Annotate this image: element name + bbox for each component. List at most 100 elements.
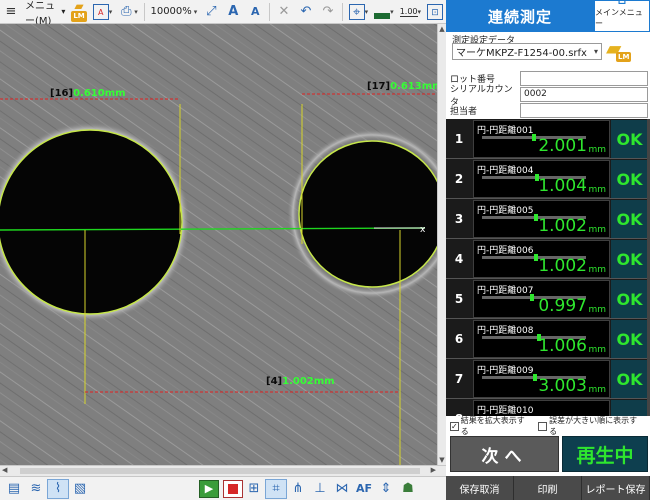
crosshair-button[interactable]: ⌖ ▾	[346, 1, 372, 23]
lot-number-field[interactable]	[520, 71, 648, 86]
operator-field[interactable]	[520, 103, 648, 118]
result-value: 1.004	[538, 176, 587, 196]
scale-button[interactable]: 1.00 ▾	[397, 1, 424, 23]
line-color-button[interactable]: ▾	[371, 1, 397, 23]
image-settings-button[interactable]: A ▾	[90, 1, 116, 23]
measurement-label-16[interactable]: [16]0.610mm	[50, 88, 126, 99]
tab-continuous-measurement[interactable]: 連続測定	[446, 0, 594, 32]
focus-icon: ⌗	[272, 481, 280, 496]
autofocus-button[interactable]: AF	[353, 479, 375, 499]
result-value: 1.002	[538, 256, 587, 276]
scroll-right-arrow-icon[interactable]: ▶	[431, 466, 436, 474]
setting-data-select[interactable]: マーケMKPZ-F1254-00.srfx ▾	[452, 43, 602, 60]
zoom-level[interactable]: 10000% ▾	[147, 1, 200, 23]
zoom-out-button[interactable]: A	[244, 1, 266, 23]
result-name: 円-円距離007	[477, 286, 534, 296]
measurement-id: [16]	[50, 88, 74, 99]
report-button[interactable]: ⊡	[424, 1, 446, 23]
measurement-label-17[interactable]: [17]0.613mm	[367, 81, 437, 92]
result-value: 3.003	[538, 376, 587, 396]
result-row[interactable]: 1 円-円距離001 2.001 mm OK	[446, 119, 650, 159]
panel-header: 連続測定 ⌂ メインメニュー	[446, 0, 650, 32]
lm-folder-button[interactable]: ▰ LM	[68, 0, 89, 23]
capture-button[interactable]: ⊞	[243, 479, 265, 499]
measurement-value: 1.002mm	[282, 376, 335, 387]
focus-button[interactable]: ⌗	[265, 478, 287, 499]
result-row[interactable]: 2 円-円距離004 1.004 mm OK	[446, 159, 650, 199]
setting-data-value: マーケMKPZ-F1254-00.srfx	[456, 48, 587, 59]
result-row[interactable]: 8円-円距離010	[446, 399, 650, 416]
dropdown-arrow-icon: ▾	[134, 7, 138, 16]
redo-button[interactable]: ↷	[317, 1, 339, 23]
measurement-id: [4]	[266, 376, 283, 387]
error-order-checkbox[interactable]	[538, 421, 548, 431]
playback-button[interactable]: 再生中	[562, 436, 648, 472]
measurement-label-4[interactable]: [4]1.002mm	[266, 376, 335, 387]
serial-counter-row: シリアルカウンタ 0002	[450, 85, 650, 108]
delete-button[interactable]: ✕	[273, 1, 295, 23]
viewer-vertical-scrollbar[interactable]: ▲ ▼	[437, 24, 446, 465]
result-row[interactable]: 3 円-円距離005 1.002 mm OK	[446, 199, 650, 239]
result-row[interactable]: 5 円-円距離007 0.997 mm OK	[446, 279, 650, 319]
results-list[interactable]: 1 円-円距離001 2.001 mm OK 2 円-円距離004 1.004 mm OK 3 円-円…	[446, 119, 650, 416]
scroll-up-arrow-icon[interactable]: ▲	[438, 25, 446, 33]
scroll-down-arrow-icon[interactable]: ▼	[438, 456, 446, 464]
viewer-horizontal-scrollbar[interactable]: ◀ ▶	[0, 465, 446, 476]
stop-button[interactable]	[223, 479, 243, 498]
illumination-button[interactable]: ⋔	[287, 479, 309, 499]
result-name: 円-円距離006	[477, 246, 534, 256]
hamburger-icon[interactable]: ≡	[0, 1, 22, 23]
user-button[interactable]: ☗	[397, 479, 419, 499]
dropdown-arrow-icon: ▾	[364, 7, 369, 16]
grid-icon: ▤	[7, 481, 21, 496]
result-row[interactable]: 7 円-円距離009 3.003 mm OK	[446, 359, 650, 399]
error-order-label: 誤差が大きい順に表示する	[549, 416, 638, 436]
result-name: 円-円距離004	[477, 166, 534, 176]
stage-button[interactable]: ⊥	[309, 479, 331, 499]
left-hole[interactable]	[0, 129, 183, 315]
camera-view[interactable]: x [16]0.610mm [17]0.613mm [4]1.002mm	[0, 24, 437, 465]
result-status: OK	[611, 240, 648, 278]
layers-button[interactable]: ≋	[25, 479, 47, 499]
edge-tool-button[interactable]: ⌇	[47, 478, 69, 499]
menu-label: メニュー(M)	[25, 0, 55, 27]
result-row[interactable]: 6 円-円距離008 1.006 mm OK	[446, 319, 650, 359]
zoom-in-button[interactable]: A	[222, 1, 244, 23]
result-status: OK	[611, 120, 648, 158]
folder-icon: ▰	[74, 0, 84, 13]
picture-button[interactable]: ▧	[69, 479, 91, 499]
cancel-save-button[interactable]: 保存取消	[446, 476, 514, 500]
measurement-value: 0.610mm	[73, 88, 126, 99]
next-button[interactable]: 次へ	[450, 436, 559, 472]
result-unit: mm	[588, 225, 606, 235]
result-name: 円-円距離009	[477, 366, 534, 376]
serial-counter-field[interactable]: 0002	[520, 87, 648, 102]
scroll-thumb[interactable]	[20, 468, 420, 474]
menu-button[interactable]: メニュー(M) ▾	[22, 1, 68, 27]
error-order-option[interactable]: 誤差が大きい順に表示する	[538, 415, 642, 437]
result-row[interactable]: 4 円-円距離006 1.002 mm OK	[446, 239, 650, 279]
play-button[interactable]: ▶	[199, 479, 219, 498]
scroll-left-arrow-icon[interactable]: ◀	[2, 466, 7, 474]
result-status: OK	[611, 320, 648, 358]
height-button[interactable]: ⇕	[375, 479, 397, 499]
print-button[interactable]: ⎙ ▾	[115, 1, 141, 23]
result-index: 8	[446, 399, 472, 416]
result-body: 円-円距離004 1.004 mm	[473, 160, 610, 198]
undo-button[interactable]: ↶	[295, 1, 317, 23]
result-body: 円-円距離007 0.997 mm	[473, 280, 610, 318]
main-menu-button[interactable]: ⌂ メインメニュー	[594, 0, 650, 32]
top-toolbar: ≡ メニュー(M) ▾ ▰ LM A ▾ ⎙ ▾ 10000% ▾ ⤢ A A …	[0, 0, 446, 27]
print-report-button[interactable]: 印刷	[514, 476, 582, 500]
enlarge-option[interactable]: ✓ 結果を拡大表示する	[450, 415, 530, 437]
right-hole[interactable]	[298, 140, 437, 288]
image-list-button[interactable]: ▤	[3, 479, 25, 499]
bottom-toolbar: ▤ ≋ ⌇ ▧ ▶ ⊞ ⌗ ⋔ ⊥ ⋈ AF ⇕ ☗	[0, 476, 446, 500]
report-save-button[interactable]: レポート保存	[582, 476, 650, 500]
scale-value: 1.00	[399, 6, 418, 17]
enlarge-checkbox[interactable]: ✓	[450, 421, 459, 431]
height-icon: ⇕	[380, 481, 392, 496]
lighting-button[interactable]: ⋈	[331, 479, 353, 499]
dropdown-arrow-icon: ▾	[193, 7, 198, 16]
zoom-fit-button[interactable]: ⤢	[200, 1, 222, 23]
